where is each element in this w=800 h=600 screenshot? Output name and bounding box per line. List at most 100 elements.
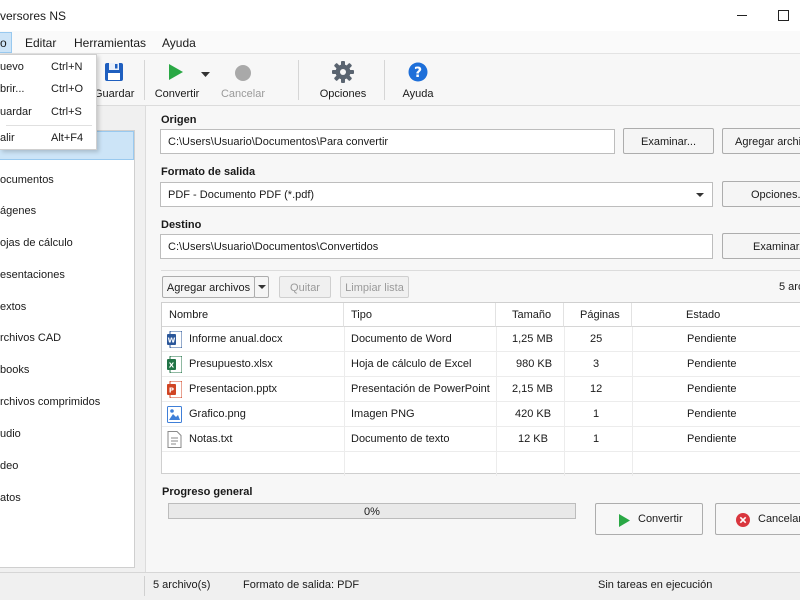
sidebar-item-archivos-comprimidos[interactable]: rchivos comprimidos <box>0 388 134 417</box>
sidebar-item-audio[interactable]: udio <box>0 420 134 449</box>
save-toolbar-button[interactable]: Guardar <box>94 60 134 104</box>
sidebar-item-label: rchivos comprimidos <box>0 396 101 408</box>
convert-toolbar-label: Convertir <box>154 88 200 100</box>
sidebar-item-label: deo <box>0 460 19 472</box>
sidebar-item-documentos[interactable]: ocumentos <box>0 166 134 195</box>
toolbar-separator <box>384 60 385 100</box>
sidebar-item-video[interactable]: deo <box>0 452 134 481</box>
cell-type: Presentación de PowerPoint <box>351 383 490 395</box>
options-toolbar-label: Opciones <box>319 88 367 100</box>
menu-item-shortcut: Alt+F4 <box>51 132 84 144</box>
cell-name: Informe anual.docx <box>189 333 283 345</box>
origin-label: Origen <box>161 114 197 126</box>
cell-name: Presupuesto.xlsx <box>189 358 273 370</box>
convert-button[interactable]: Convertir <box>595 503 703 535</box>
format-options-button[interactable]: Opciones... <box>722 181 800 207</box>
menu-item-guardar[interactable]: uardar Ctrl+S <box>0 102 96 124</box>
table-row[interactable]: W Informe anual.docx Documento de Word 1… <box>162 327 800 352</box>
column-header-label: Páginas <box>580 309 620 321</box>
destination-path-input[interactable]: C:\Users\Usuario\Documentos\Convertidos <box>160 234 713 259</box>
cancel-toolbar-button[interactable]: Cancelar <box>220 60 266 104</box>
column-header-tipo[interactable]: Tipo <box>344 303 496 327</box>
close-circle-icon <box>736 513 750 527</box>
progress-text: 0% <box>364 506 380 518</box>
origin-path-input[interactable]: C:\Users\Usuario\Documentos\Para convert… <box>160 129 615 154</box>
menu-item-label: brir... <box>0 83 25 95</box>
table-row[interactable]: X Presupuesto.xlsx Hoja de cálculo de Ex… <box>162 352 800 377</box>
sidebar-item-label: ojas de cálculo <box>0 237 73 249</box>
play-icon <box>619 514 630 527</box>
menu-item-shortcut: Ctrl+S <box>51 106 82 118</box>
menu-bar: o Editar Herramientas Ayuda <box>0 31 800 54</box>
table-row[interactable]: Grafico.png Imagen PNG 420 KB 1 Pendient… <box>162 402 800 427</box>
cancel-button-label: Cancelar <box>758 513 800 525</box>
menu-item-label: alir <box>0 132 15 144</box>
options-toolbar-button[interactable]: Opciones <box>318 60 368 104</box>
remove-button[interactable]: Quitar <box>279 276 331 298</box>
help-toolbar-button[interactable]: ? Ayuda <box>400 60 436 104</box>
column-header-estado[interactable]: Estado <box>632 303 800 327</box>
table-row[interactable]: P Presentacion.pptx Presentación de Powe… <box>162 377 800 402</box>
sidebar-item-imagenes[interactable]: ágenes <box>0 197 134 226</box>
add-files-list-button[interactable]: Agregar archivos <box>162 276 255 298</box>
menu-herramientas[interactable]: Herramientas <box>74 36 146 50</box>
cell-name: Notas.txt <box>189 433 233 445</box>
cell-size: 2,15 MB <box>512 383 553 395</box>
output-format-label: Formato de salida <box>161 166 256 178</box>
cell-type: Documento de texto <box>351 433 450 445</box>
output-format-select[interactable]: PDF - Documento PDF (*.pdf) <box>160 182 713 207</box>
menu-ayuda[interactable]: Ayuda <box>162 36 196 50</box>
cancel-toolbar-label: Cancelar <box>220 88 266 100</box>
menu-item-abrir[interactable]: brir... Ctrl+O <box>0 79 96 101</box>
sidebar-item-hojas-de-calculo[interactable]: ojas de cálculo <box>0 229 134 258</box>
origin-browse-button[interactable]: Examinar... <box>623 128 714 154</box>
table-row[interactable]: Notas.txt Documento de texto 12 KB 1 Pen… <box>162 427 800 452</box>
destination-browse-button[interactable]: Examinar... <box>722 233 800 259</box>
cell-status: Pendiente <box>687 433 737 445</box>
sidebar-item-presentaciones[interactable]: esentaciones <box>0 261 134 290</box>
cell-type: Imagen PNG <box>351 408 415 420</box>
sidebar-item-datos[interactable]: atos <box>0 484 134 513</box>
minimize-button[interactable] <box>737 6 749 20</box>
menu-item-salir[interactable]: alir Alt+F4 <box>0 128 96 150</box>
cell-status: Pendiente <box>687 358 737 370</box>
maximize-button[interactable] <box>778 10 789 21</box>
cell-status: Pendiente <box>687 383 737 395</box>
sidebar-item-label: books <box>0 364 30 376</box>
cancel-button[interactable]: Cancelar <box>715 503 800 535</box>
add-files-button[interactable]: Agregar archiv <box>722 128 800 154</box>
toolbar-separator <box>298 60 299 100</box>
origin-browse-label: Examinar... <box>640 136 697 148</box>
column-header-nombre[interactable]: Nombre <box>162 303 344 327</box>
sidebar-item-textos[interactable]: extos <box>0 293 134 322</box>
add-files-label: Agregar archiv <box>735 136 800 148</box>
chevron-down-icon <box>696 193 704 197</box>
sidebar-item-label: ágenes <box>0 205 37 217</box>
clear-list-button[interactable]: Limpiar lista <box>340 276 409 298</box>
column-header-tamano[interactable]: Tamaño <box>496 303 564 327</box>
cell-name: Grafico.png <box>189 408 246 420</box>
cell-pages: 1 <box>593 408 600 420</box>
column-header-label: Estado <box>686 309 721 321</box>
column-header-paginas[interactable]: Páginas <box>564 303 632 327</box>
add-files-dropdown-button[interactable] <box>254 276 269 298</box>
convert-toolbar-button[interactable]: Convertir <box>152 60 202 104</box>
menu-editar[interactable]: Editar <box>25 36 56 50</box>
text-file-icon <box>167 431 182 448</box>
menu-item-shortcut: Ctrl+O <box>51 83 84 95</box>
chevron-down-icon <box>258 285 266 289</box>
menu-item-label: uardar <box>0 106 32 118</box>
convert-dropdown-arrow-icon[interactable] <box>201 72 210 78</box>
cell-size: 12 KB <box>518 433 548 445</box>
cell-name: Presentacion.pptx <box>189 383 278 395</box>
gear-icon <box>332 61 354 83</box>
cell-status: Pendiente <box>687 333 737 345</box>
sidebar-item-archivos-cad[interactable]: rchivos CAD <box>0 324 134 353</box>
menu-item-nuevo[interactable]: uevo Ctrl+N <box>0 57 96 79</box>
title-bar: versores NS <box>0 0 800 31</box>
sidebar-item-label: udio <box>0 428 21 440</box>
menu-archivo[interactable]: o <box>0 32 12 53</box>
clear-list-label: Limpiar lista <box>345 282 404 294</box>
output-format-value: PDF - Documento PDF (*.pdf) <box>168 189 315 201</box>
sidebar-item-ebooks[interactable]: books <box>0 356 134 385</box>
